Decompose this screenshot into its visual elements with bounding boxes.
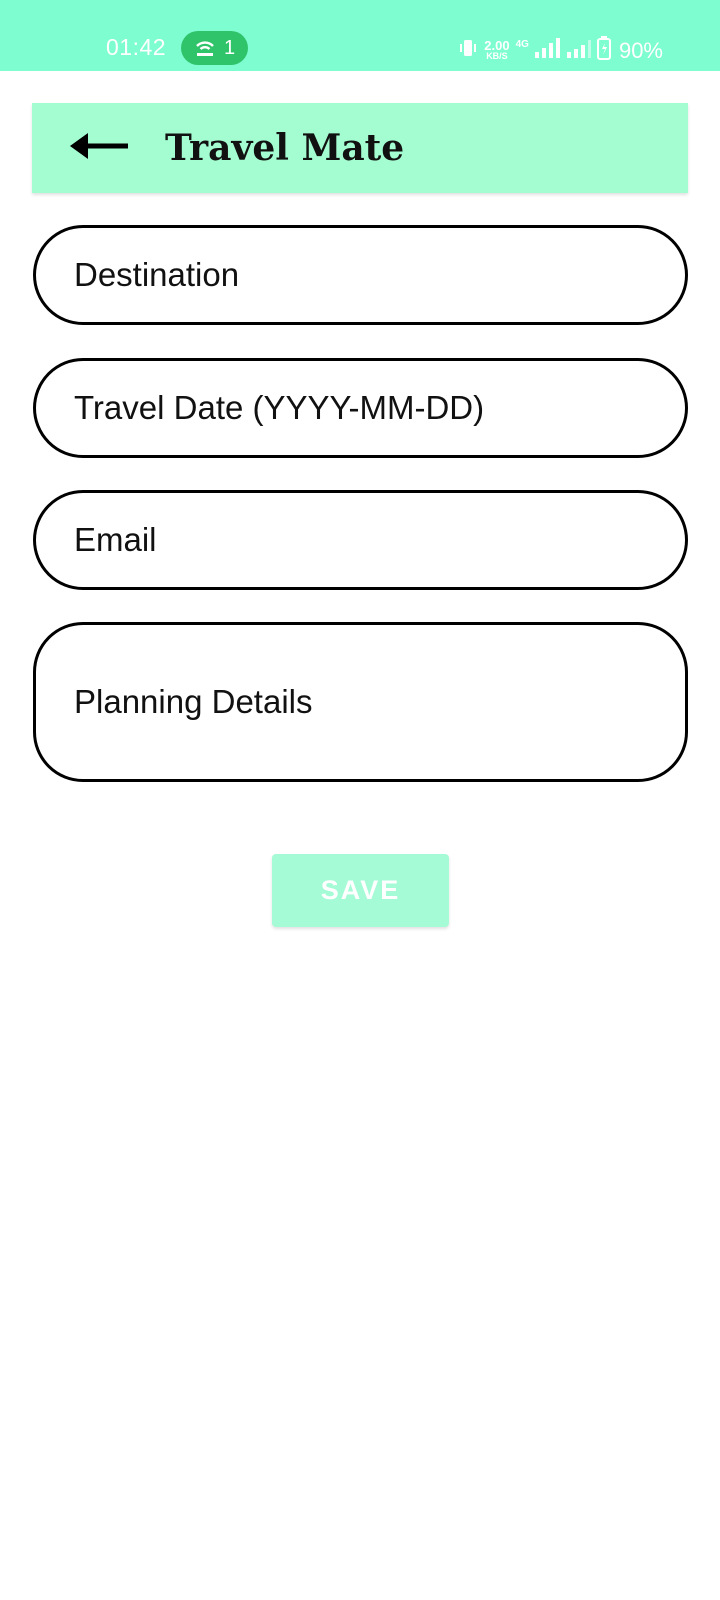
battery-percent: 90% xyxy=(618,37,663,63)
planning-details-input[interactable] xyxy=(74,680,685,724)
hotspot-count: 1 xyxy=(223,36,236,59)
speed-unit: KB/S xyxy=(486,50,508,61)
email-field[interactable] xyxy=(33,490,688,590)
travel-date-input[interactable] xyxy=(74,389,685,427)
hotspot-icon xyxy=(194,38,216,58)
hotspot-indicator: 1 xyxy=(181,31,248,65)
speed-value: 2.00 xyxy=(484,37,510,53)
save-button[interactable]: SAVE xyxy=(272,854,449,927)
email-input[interactable] xyxy=(74,521,685,559)
battery-icon xyxy=(596,36,611,65)
page-title: Travel Mate xyxy=(165,127,405,169)
travel-date-field[interactable] xyxy=(33,358,688,458)
status-bar: 01:42 1 2.00 KB/S 4G 90% xyxy=(0,0,720,71)
destination-input[interactable] xyxy=(74,256,685,294)
vibrate-icon xyxy=(458,38,478,63)
network-type: 4G xyxy=(515,39,529,50)
arrow-left-icon xyxy=(68,130,130,167)
signal-icon xyxy=(534,38,561,63)
status-icons: 2.00 KB/S 4G 90% xyxy=(458,36,663,65)
app-bar: Travel Mate xyxy=(32,103,688,193)
back-button[interactable] xyxy=(66,129,132,167)
destination-field[interactable] xyxy=(33,225,688,325)
network-speed: 2.00 KB/S xyxy=(484,37,510,62)
signal-icon-secondary xyxy=(566,38,591,63)
status-time: 01:42 xyxy=(106,34,167,60)
planning-details-field[interactable] xyxy=(33,622,688,782)
